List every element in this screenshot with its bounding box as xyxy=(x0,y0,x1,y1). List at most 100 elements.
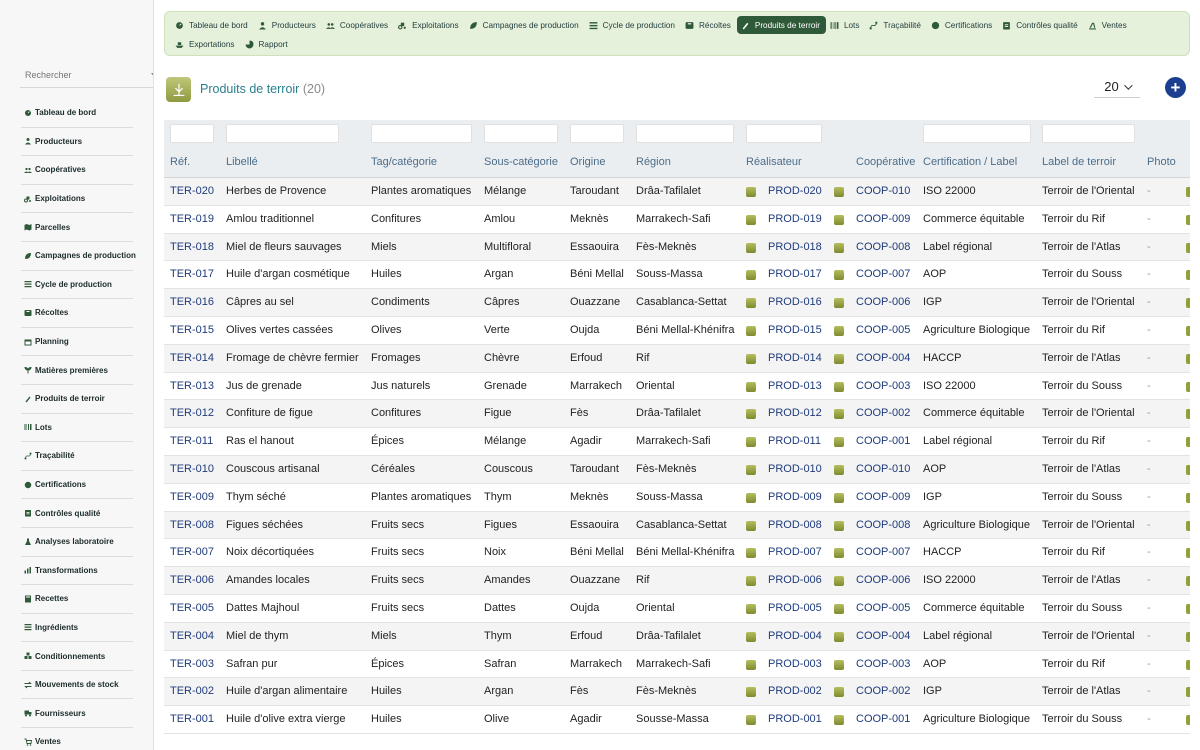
row-action-icon[interactable] xyxy=(1186,687,1190,698)
column-filter-input[interactable] xyxy=(170,124,214,143)
sidebar-item-cooperatives[interactable]: Coopératives xyxy=(21,156,133,185)
cell-realisateur[interactable]: PROD-008 xyxy=(768,519,822,531)
sidebar-item-lots[interactable]: Lots xyxy=(21,414,133,443)
row-action-icon[interactable] xyxy=(1186,409,1190,420)
row-action-icon[interactable] xyxy=(1186,270,1190,281)
cell-cooperative[interactable]: COOP-005 xyxy=(856,324,910,336)
sidebar-item-produits-de-terroir[interactable]: Produits de terroir xyxy=(21,385,133,414)
column-filter-input[interactable] xyxy=(1042,124,1135,143)
cell-cooperative[interactable]: COOP-009 xyxy=(856,491,910,503)
cell-cooperative[interactable]: COOP-003 xyxy=(856,380,910,392)
table-row[interactable]: TER-014 Fromage de chèvre fermier Fromages… xyxy=(164,344,1190,373)
cell-cooperative[interactable]: COOP-006 xyxy=(856,574,910,586)
sidebar-item-parcelles[interactable]: Parcelles xyxy=(21,213,133,242)
cell-cooperative[interactable]: COOP-008 xyxy=(856,241,910,253)
sidebar-item-analyses-laboratoire[interactable]: Analyses laboratoire xyxy=(21,528,133,557)
cell-cooperative[interactable]: COOP-003 xyxy=(856,658,910,670)
table-row[interactable]: TER-005 Dattes Majhoul Fruits secs Dattes Ou… xyxy=(164,595,1190,623)
cell-ref[interactable]: TER-004 xyxy=(170,630,214,642)
table-row[interactable]: TER-020 Herbes de Provence Plantes aromati… xyxy=(164,178,1190,206)
row-action-icon[interactable] xyxy=(1186,353,1190,364)
table-row[interactable]: TER-004 Miel de thym Miels Thym Erfoud Drâa-T… xyxy=(164,622,1190,651)
cell-ref[interactable]: TER-019 xyxy=(170,213,214,225)
column-header-photo[interactable]: Photo xyxy=(1147,156,1176,168)
table-row[interactable]: TER-012 Confiture de figue Confitures Figue… xyxy=(164,400,1190,429)
row-action-icon[interactable] xyxy=(1186,187,1190,197)
cell-ref[interactable]: TER-013 xyxy=(170,380,214,392)
sidebar-item-ingredients[interactable]: Ingrédients xyxy=(21,614,133,643)
row-action-icon[interactable] xyxy=(1186,631,1190,642)
cell-realisateur[interactable]: PROD-009 xyxy=(768,491,822,503)
row-action-icon[interactable] xyxy=(1186,381,1190,392)
sidebar-item-fournisseurs[interactable]: Fournisseurs xyxy=(21,699,133,729)
cell-ref[interactable]: TER-008 xyxy=(170,519,214,531)
column-filter-input[interactable] xyxy=(746,124,822,143)
column-filter-input[interactable] xyxy=(226,124,339,143)
cell-ref[interactable]: TER-011 xyxy=(170,435,213,447)
sidebar-item-controles-qualite[interactable]: Contrôles qualité xyxy=(21,499,133,528)
sidebar-item-mouvements-de-stock[interactable]: Mouvements de stock xyxy=(21,671,133,700)
column-filter-input[interactable] xyxy=(923,124,1031,143)
table-row[interactable]: TER-006 Amandes locales Fruits secs Amandes… xyxy=(164,567,1190,595)
search-input[interactable] xyxy=(20,64,145,86)
cell-realisateur[interactable]: PROD-013 xyxy=(768,380,822,392)
tab-exploitations[interactable]: Exploitations xyxy=(394,16,464,34)
row-action-icon[interactable] xyxy=(1186,214,1190,225)
row-action-icon[interactable] xyxy=(1186,603,1190,614)
column-filter-input[interactable] xyxy=(570,124,624,143)
cell-ref[interactable]: TER-018 xyxy=(170,241,214,253)
cell-realisateur[interactable]: PROD-019 xyxy=(768,213,822,225)
cell-realisateur[interactable]: PROD-016 xyxy=(768,296,822,308)
tab-recoltes[interactable]: Récoltes xyxy=(681,16,737,34)
cell-ref[interactable]: TER-007 xyxy=(170,546,214,558)
cell-cooperative[interactable]: COOP-004 xyxy=(856,630,910,642)
sidebar-item-matieres-premieres[interactable]: Matières premières xyxy=(21,356,133,385)
cell-cooperative[interactable]: COOP-005 xyxy=(856,602,910,614)
row-action-icon[interactable] xyxy=(1186,298,1190,309)
column-filter-input[interactable] xyxy=(371,124,472,143)
column-header-label-de-terroir[interactable]: Label de terroir xyxy=(1042,156,1116,168)
cell-realisateur[interactable]: PROD-020 xyxy=(768,185,822,197)
sidebar-item-exploitations[interactable]: Exploitations xyxy=(21,185,133,214)
cell-ref[interactable]: TER-009 xyxy=(170,491,214,503)
table-row[interactable]: TER-003 Safran pur Épices Safran Marrakech Ma… xyxy=(164,651,1190,679)
cell-ref[interactable]: TER-017 xyxy=(170,268,214,280)
cell-cooperative[interactable]: COOP-001 xyxy=(856,713,910,725)
column-header-libelle[interactable]: Libellé xyxy=(226,156,258,168)
table-row[interactable]: TER-019 Amlou traditionnel Confitures Amlou… xyxy=(164,206,1190,234)
sidebar-item-cycle-de-production[interactable]: Cycle de production xyxy=(21,271,133,300)
tab-certifications[interactable]: Certifications xyxy=(927,16,998,34)
cell-realisateur[interactable]: PROD-017 xyxy=(768,268,822,280)
column-header-realisateur[interactable]: Réalisateur xyxy=(746,156,802,168)
cell-cooperative[interactable]: COOP-002 xyxy=(856,685,910,697)
row-action-icon[interactable] xyxy=(1186,659,1190,670)
sidebar-item-certifications[interactable]: Certifications xyxy=(21,471,133,500)
column-header-region[interactable]: Région xyxy=(636,156,671,168)
caret-down-icon[interactable] xyxy=(151,73,153,77)
cell-cooperative[interactable]: COOP-007 xyxy=(856,268,910,280)
tab-controles-qualite[interactable]: Contrôles qualité xyxy=(998,16,1083,34)
table-row[interactable]: TER-008 Figues séchées Fruits secs Figues Es… xyxy=(164,511,1190,540)
sidebar-item-transformations[interactable]: Transformations xyxy=(21,557,133,586)
row-action-icon[interactable] xyxy=(1186,492,1190,503)
cell-ref[interactable]: TER-001 xyxy=(170,713,214,725)
table-row[interactable]: TER-010 Couscous artisanal Céréales Couscou… xyxy=(164,455,1190,484)
tab-campagnes-de-production[interactable]: Campagnes de production xyxy=(465,16,585,34)
table-row[interactable]: TER-009 Thym séché Plantes aromatiques Thym… xyxy=(164,484,1190,512)
cell-cooperative[interactable]: COOP-001 xyxy=(856,435,910,447)
row-action-icon[interactable] xyxy=(1186,576,1190,587)
table-row[interactable]: TER-002 Huile d'argan alimentaire Huiles Ar… xyxy=(164,678,1190,707)
tab-ventes[interactable]: Ventes xyxy=(1084,16,1133,34)
cell-ref[interactable]: TER-016 xyxy=(170,296,214,308)
cell-realisateur[interactable]: PROD-018 xyxy=(768,241,822,253)
table-row[interactable]: TER-007 Noix décortiquées Fruits secs Noix B… xyxy=(164,539,1190,568)
cell-cooperative[interactable]: COOP-004 xyxy=(856,352,910,364)
cell-realisateur[interactable]: PROD-001 xyxy=(768,713,822,725)
cell-realisateur[interactable]: PROD-007 xyxy=(768,546,822,558)
cell-cooperative[interactable]: COOP-010 xyxy=(856,463,910,475)
column-filter-input[interactable] xyxy=(484,124,558,143)
row-action-icon[interactable] xyxy=(1186,715,1190,726)
sidebar-item-ventes[interactable]: Ventes xyxy=(21,728,133,750)
cell-ref[interactable]: TER-014 xyxy=(170,352,214,364)
cell-cooperative[interactable]: COOP-008 xyxy=(856,519,910,531)
